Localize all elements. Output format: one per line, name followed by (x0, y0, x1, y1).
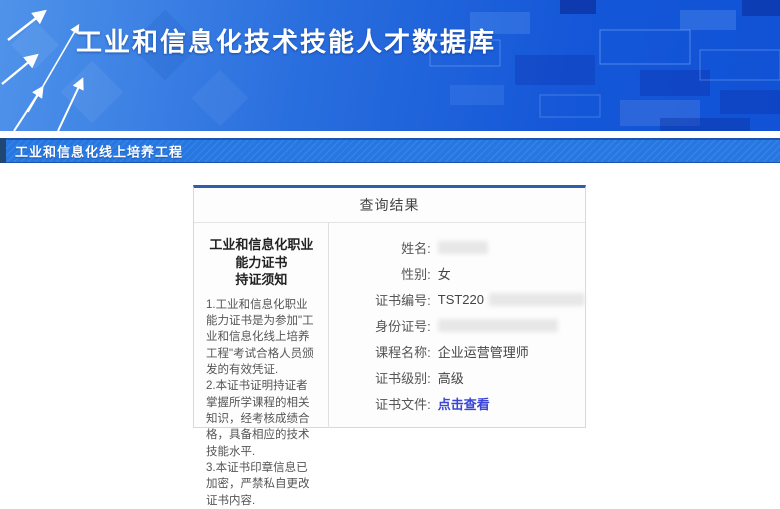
section-bar: 工业和信息化线上培养工程 (0, 138, 780, 163)
field-text-level: 高级 (437, 370, 464, 386)
redacted-value-id-no (437, 318, 558, 332)
banner-decoration (1, 0, 780, 131)
field-value-name (437, 240, 488, 254)
view-certificate-link[interactable]: 点击查看 (438, 394, 490, 413)
field-label-id-no: 身份证号: (375, 318, 431, 334)
panel-title: 查询结果 (194, 188, 585, 223)
field-value-gender: 女 (438, 264, 451, 283)
query-result-panel: 查询结果 工业和信息化职业能力证书 持证须知 1.工业和信息化职业能力证书是为参… (193, 185, 586, 507)
redacted-value-name (437, 240, 488, 254)
field-value-id-no (437, 318, 558, 332)
certificate-fields: 姓名: 性别: 女证书编号: TST220 身份证号: 课程名称: 企业运营管理师 证书级别:… (329, 223, 585, 428)
field-label-level: 证书级别: (375, 370, 431, 386)
field-row-level: 证书级别: 高级 (329, 364, 585, 390)
field-text-cert-no: TST220 (437, 291, 484, 307)
redacted-value-cert-no (489, 292, 585, 306)
field-label-course: 课程名称: (375, 344, 431, 360)
field-text-course: 企业运营管理师 (437, 344, 529, 360)
field-label-file: 证书文件: (375, 396, 431, 412)
field-row-id-no: 身份证号: (329, 312, 585, 338)
field-label-cert-no: 证书编号: (375, 292, 431, 308)
notice-item-3: 3.本证书印章信息已加密，严禁私自更改证书内容. (206, 461, 310, 507)
notice-item-2: 2.本证书证明持证者掌握所学课程的相关知识，经考核成绩合格，具备相应的技术技能水… (206, 380, 310, 458)
field-row-file: 证书文件: 点击查看 (329, 390, 585, 416)
tech-squares-decoration (429, 0, 780, 131)
field-value-course: 企业运营管理师 (438, 342, 529, 361)
site-title: 工业和信息化技术技能人才数据库 (76, 27, 497, 57)
notice-heading-line2: 持证须知 (235, 272, 288, 288)
notice-text: 1.工业和信息化职业能力证书是为参加"工业和信息化线上培养工程"考试合格人员颁发… (206, 297, 317, 509)
field-value-cert-no: TST220 (438, 292, 585, 307)
field-value-file: 点击查看 (438, 394, 490, 413)
field-text-gender: 女 (437, 266, 451, 282)
panel-body: 工业和信息化职业能力证书 持证须知 1.工业和信息化职业能力证书是为参加"工业和… (194, 223, 585, 507)
field-row-name: 姓名: (329, 234, 585, 260)
field-label-name: 姓名: (401, 240, 431, 256)
page-banner: 工业和信息化技术技能人才数据库 (0, 0, 780, 131)
notice-heading-line1: 工业和信息化职业能力证书 (209, 237, 314, 270)
field-value-level: 高级 (438, 368, 464, 387)
field-row-gender: 性别: 女 (329, 260, 585, 286)
section-title: 工业和信息化线上培养工程 (15, 144, 184, 160)
field-row-cert-no: 证书编号: TST220 (329, 286, 585, 312)
field-row-course: 课程名称: 企业运营管理师 (329, 338, 585, 364)
field-label-gender: 性别: (401, 266, 431, 282)
notice-item-1: 1.工业和信息化职业能力证书是为参加"工业和信息化线上培养工程"考试合格人员颁发… (206, 298, 314, 376)
section-bar-edge (0, 138, 6, 163)
notice-heading: 工业和信息化职业能力证书 持证须知 (206, 236, 317, 289)
certificate-notice: 工业和信息化职业能力证书 持证须知 1.工业和信息化职业能力证书是为参加"工业和… (194, 223, 329, 507)
